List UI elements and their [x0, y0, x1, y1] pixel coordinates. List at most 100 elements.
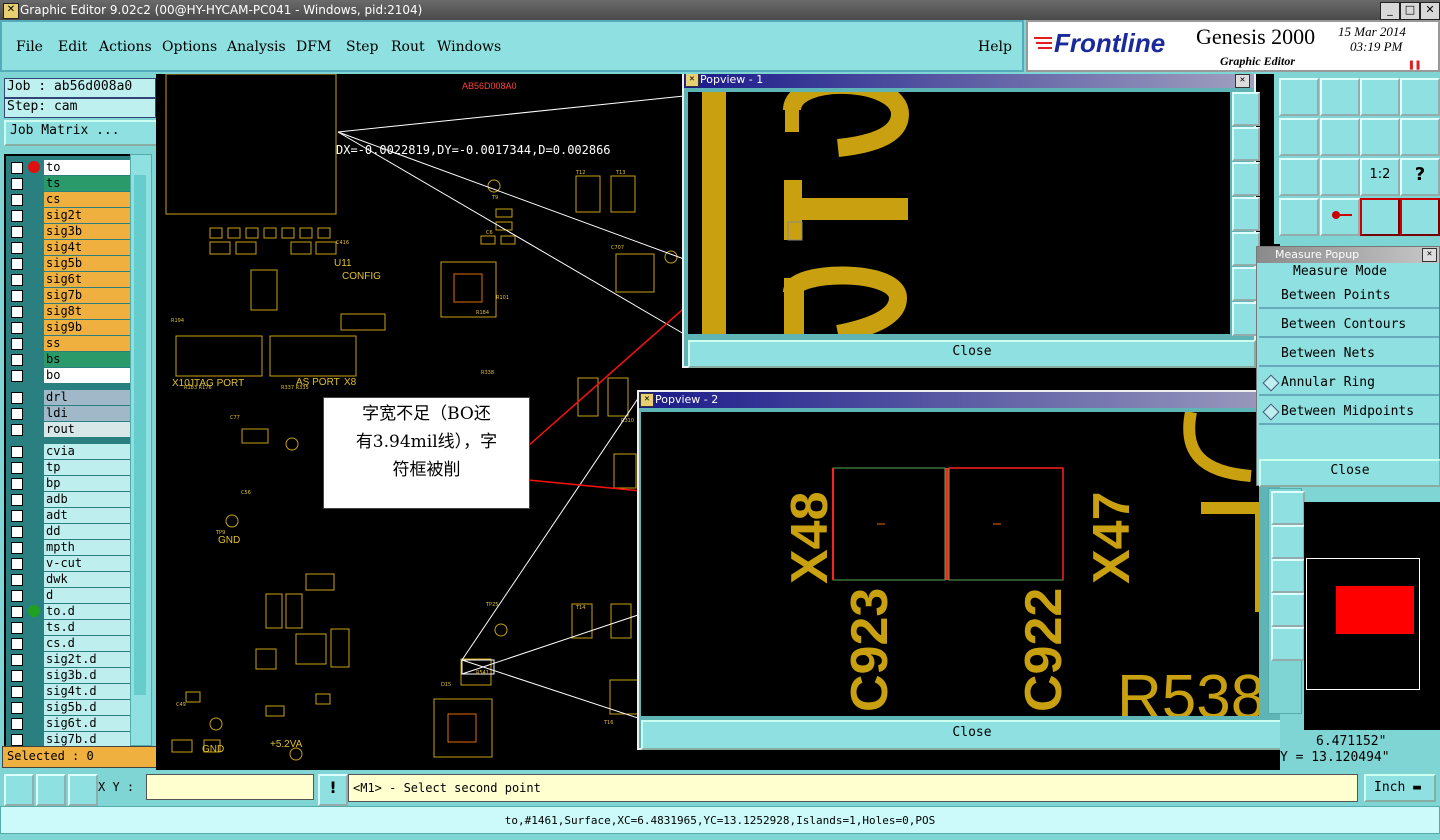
- menu-file[interactable]: File: [16, 39, 43, 55]
- menu-analysis[interactable]: Analysis: [227, 39, 286, 55]
- pan-left-icon[interactable]: [1279, 118, 1319, 156]
- layer-row-bs[interactable]: bs: [8, 352, 130, 367]
- pop1-pan-left-icon[interactable]: [1232, 197, 1260, 231]
- measure-option-between-nets[interactable]: Between Nets: [1259, 341, 1439, 367]
- layer-checkbox[interactable]: [11, 606, 23, 618]
- sec-pan-right-icon[interactable]: [1271, 559, 1305, 593]
- layer-row-to.d[interactable]: to.d: [8, 604, 130, 619]
- layer-row-sig2t[interactable]: sig2t: [8, 208, 130, 223]
- layer-name[interactable]: sig7b: [44, 288, 130, 303]
- layer-checkbox[interactable]: [11, 622, 23, 634]
- zoom-home-icon[interactable]: [1279, 78, 1319, 116]
- layer-name[interactable]: to.d: [44, 604, 130, 619]
- sec-pan-left-icon[interactable]: [1271, 525, 1305, 559]
- layer-checkbox[interactable]: [11, 558, 23, 570]
- job-matrix-button[interactable]: Job Matrix ...: [4, 120, 160, 146]
- measure-option-between-points[interactable]: Between Points: [1259, 283, 1439, 309]
- layer-row-ss[interactable]: ss: [8, 336, 130, 351]
- layer-row-sig2t.d[interactable]: sig2t.d: [8, 652, 130, 667]
- sec-pan-down-icon[interactable]: [1271, 491, 1305, 525]
- layer-scrollbar[interactable]: [130, 154, 152, 746]
- layer-row-rout[interactable]: rout: [8, 422, 130, 437]
- house-icon[interactable]: [1360, 78, 1400, 116]
- layer-name[interactable]: bp: [44, 476, 130, 491]
- layer-checkbox[interactable]: [11, 526, 23, 538]
- layer-row-sig4t[interactable]: sig4t: [8, 240, 130, 255]
- layer-row-ldi[interactable]: ldi: [8, 406, 130, 421]
- measure-close-button[interactable]: Close: [1259, 459, 1440, 487]
- help-icon[interactable]: ?: [1400, 158, 1440, 196]
- layer-name[interactable]: sig9b: [44, 320, 130, 335]
- layer-row-sig6t[interactable]: sig6t: [8, 272, 130, 287]
- layer-checkbox[interactable]: [11, 306, 23, 318]
- menu-rout[interactable]: Rout: [391, 39, 425, 55]
- layer-checkbox[interactable]: [11, 370, 23, 382]
- layer-checkbox[interactable]: [11, 178, 23, 190]
- layer-row-cs.d[interactable]: cs.d: [8, 636, 130, 651]
- layer-name[interactable]: cvia: [44, 444, 130, 459]
- layer-row-ts[interactable]: ts: [8, 176, 130, 191]
- layer-row-sig8t[interactable]: sig8t: [8, 304, 130, 319]
- layer-row-d[interactable]: d: [8, 588, 130, 603]
- popview-2-close-button[interactable]: Close: [641, 720, 1280, 750]
- layer-checkbox[interactable]: [11, 210, 23, 222]
- layer-row-ts.d[interactable]: ts.d: [8, 620, 130, 635]
- snap-icon[interactable]: [1320, 198, 1360, 236]
- layer-checkbox[interactable]: [11, 638, 23, 650]
- layer-name[interactable]: ts.d: [44, 620, 130, 635]
- layer-name[interactable]: tp: [44, 460, 130, 475]
- layer-name[interactable]: bs: [44, 352, 130, 367]
- layer-row-sig3b.d[interactable]: sig3b.d: [8, 668, 130, 683]
- layer-row-bo[interactable]: bo: [8, 368, 130, 383]
- layer-checkbox[interactable]: [11, 702, 23, 714]
- layer-name[interactable]: mpth: [44, 540, 130, 555]
- layer-name[interactable]: ldi: [44, 406, 130, 421]
- pop1-pan-down-icon[interactable]: [1232, 162, 1260, 196]
- layer-checkbox[interactable]: [11, 574, 23, 586]
- layer-name[interactable]: sig5b: [44, 256, 130, 271]
- layer-checkbox[interactable]: [11, 718, 23, 730]
- layer-row-adt[interactable]: adt: [8, 508, 130, 523]
- layer-name[interactable]: dwk: [44, 572, 130, 587]
- layer-checkbox[interactable]: [11, 354, 23, 366]
- menu-options[interactable]: Options: [162, 39, 217, 55]
- layer-checkbox[interactable]: [11, 424, 23, 436]
- graphic-canvas[interactable]: R194 R184 R101 C416 T12 T13 T16 T14 R338 TP25 T…: [156, 74, 1280, 770]
- pop1-zoom-in-icon[interactable]: [1232, 92, 1260, 126]
- popview-1-close-icon[interactable]: ✕: [1235, 74, 1250, 88]
- layer-checkbox[interactable]: [11, 162, 23, 174]
- layer-row-tp[interactable]: tp: [8, 460, 130, 475]
- layer-name[interactable]: rout: [44, 422, 130, 437]
- layer-row-sig5b[interactable]: sig5b: [8, 256, 130, 271]
- layer-row-sig9b[interactable]: sig9b: [8, 320, 130, 335]
- scale-1-2-icon[interactable]: 1:2: [1360, 158, 1400, 196]
- layer-checkbox[interactable]: [11, 478, 23, 490]
- layer-row-to[interactable]: to: [8, 160, 130, 175]
- layer-checkbox[interactable]: [11, 510, 23, 522]
- overview-map[interactable]: [1304, 502, 1440, 730]
- layer-name[interactable]: sig2t: [44, 208, 130, 223]
- xy-window-icon[interactable]: [1400, 78, 1440, 116]
- layer-name[interactable]: sig6t.d: [44, 716, 130, 731]
- popview-2-canvas[interactable]: X48 X47 C923 C922 R538: [641, 412, 1259, 716]
- maximize-icon[interactable]: □: [1400, 2, 1420, 20]
- measure-tool-icon[interactable]: [1279, 198, 1319, 236]
- layer-name[interactable]: sig6t: [44, 272, 130, 287]
- units-selector[interactable]: Inch ▬: [1364, 774, 1436, 802]
- layer-checkbox[interactable]: [11, 590, 23, 602]
- pop1-zoom-out-icon[interactable]: [1232, 127, 1260, 161]
- layer-checkbox[interactable]: [11, 258, 23, 270]
- select-mode-icon[interactable]: [4, 774, 34, 806]
- alert-icon[interactable]: !: [318, 774, 348, 806]
- sec-fit-icon[interactable]: [1271, 593, 1305, 627]
- pan-right-icon[interactable]: [1320, 118, 1360, 156]
- layer-name[interactable]: sig3b: [44, 224, 130, 239]
- layer-checkbox[interactable]: [11, 654, 23, 666]
- layer-name[interactable]: ss: [44, 336, 130, 351]
- layer-name[interactable]: sig8t: [44, 304, 130, 319]
- layer-checkbox[interactable]: [11, 542, 23, 554]
- grid-mode-icon[interactable]: [68, 774, 98, 806]
- layer-checkbox[interactable]: [11, 734, 23, 746]
- layer-name[interactable]: ts: [44, 176, 130, 191]
- menu-actions[interactable]: Actions: [99, 39, 152, 55]
